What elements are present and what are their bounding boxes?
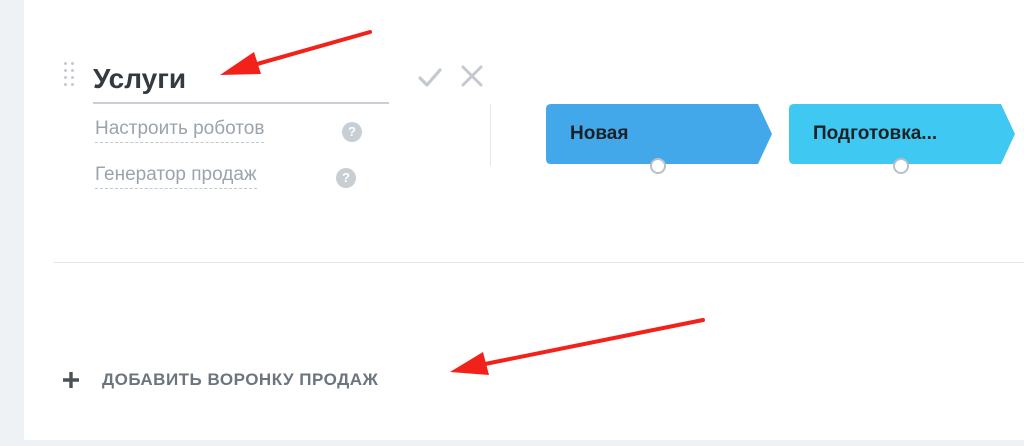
arrow-icon [220, 30, 372, 75]
arrow-icon [450, 318, 705, 375]
annotation-arrows [220, 30, 705, 375]
